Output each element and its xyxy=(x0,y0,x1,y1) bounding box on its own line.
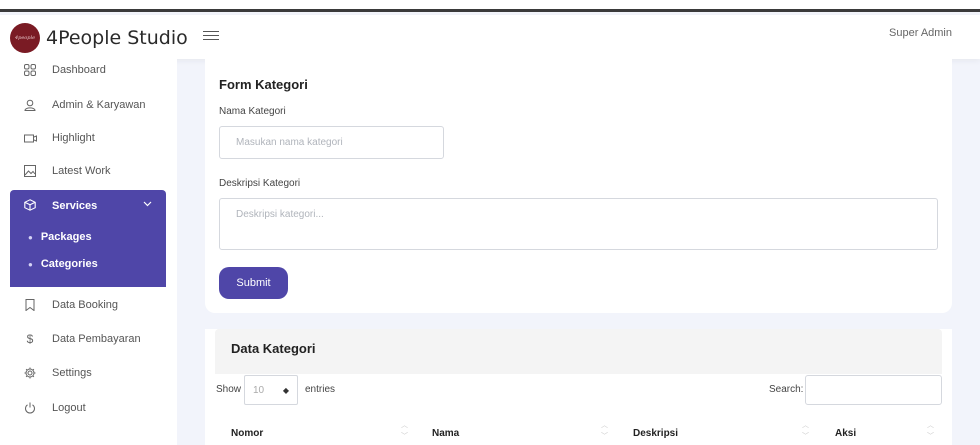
sidebar-item-label: Latest Work xyxy=(52,165,111,177)
table-card-header: Data Kategori xyxy=(215,329,942,374)
sidebar-subitem-label: Categories xyxy=(40,258,98,270)
chevron-down-icon xyxy=(143,199,152,209)
sidebar-item-logout[interactable]: Logout xyxy=(10,394,166,422)
entries-select[interactable]: 10 ◆ xyxy=(244,375,298,405)
sidebar-item-label: Data Booking xyxy=(52,299,119,311)
select-arrows-icon: ◆ xyxy=(282,385,289,395)
nama-kategori-label: Nama Kategori xyxy=(219,106,286,117)
bullet-icon: ● xyxy=(28,232,33,242)
highlight-icon xyxy=(20,134,40,143)
sidebar-item-label: Settings xyxy=(52,367,92,379)
sidebar-item-label: Highlight xyxy=(52,132,95,144)
deskripsi-kategori-textarea[interactable] xyxy=(219,198,938,250)
show-label: Show xyxy=(216,384,242,395)
sort-icon: ︿ ﹀ xyxy=(927,422,934,440)
sidebar-services-group: Services ● Packages ● Categories xyxy=(10,190,166,287)
sort-icon: ︿ ﹀ xyxy=(401,422,408,440)
form-kategori-card: Form Kategori Nama Kategori Deskripsi Ka… xyxy=(205,59,952,313)
hamburger-menu-icon[interactable] xyxy=(203,28,219,44)
top-header: 4people 4People Studio Super Admin xyxy=(0,15,980,59)
sidebar-item-label: Dashboard xyxy=(52,64,106,76)
top-strip xyxy=(0,0,980,12)
sidebar-item-label: Admin & Karyawan xyxy=(52,99,146,111)
sidebar-item-admin-karyawan[interactable]: Admin & Karyawan xyxy=(10,91,166,119)
sidebar-item-label: Services xyxy=(52,200,98,212)
bullet-icon: ● xyxy=(28,259,33,269)
column-header-deskripsi[interactable]: Deskripsi xyxy=(633,428,678,439)
search-label: Search: xyxy=(769,384,804,395)
brand-name[interactable]: 4People Studio xyxy=(46,27,188,49)
box-icon xyxy=(20,198,40,214)
sidebar-item-services[interactable]: Services xyxy=(10,190,166,222)
sidebar-item-data-booking[interactable]: Data Booking xyxy=(10,291,166,319)
column-header-nama[interactable]: Nama xyxy=(432,428,459,439)
dollar-icon: $ xyxy=(26,332,34,346)
gear-icon xyxy=(20,367,40,379)
image-icon xyxy=(20,165,40,177)
user-name[interactable]: Super Admin xyxy=(889,27,952,39)
sidebar-subitem-categories[interactable]: ● Categories xyxy=(28,254,98,274)
sidebar-subitem-packages[interactable]: ● Packages xyxy=(28,227,92,247)
sidebar-item-latest-work[interactable]: Latest Work xyxy=(10,157,166,185)
sidebar-item-label: Data Pembayaran xyxy=(52,333,141,345)
search-input[interactable] xyxy=(805,375,942,405)
form-title: Form Kategori xyxy=(219,77,308,92)
sort-icon: ︿ ﹀ xyxy=(802,422,809,440)
bookmark-icon xyxy=(20,299,40,311)
data-kategori-card: Data Kategori Show 10 ◆ entries Search: … xyxy=(205,329,952,445)
table-title: Data Kategori xyxy=(231,341,316,356)
sort-icon: ︿ ﹀ xyxy=(601,422,608,440)
column-header-nomor[interactable]: Nomor xyxy=(231,428,263,439)
sidebar-item-settings[interactable]: Settings xyxy=(10,359,166,387)
sidebar-item-dashboard[interactable]: Dashboard xyxy=(10,56,166,84)
dashboard-icon xyxy=(20,64,40,76)
sidebar-subitem-label: Packages xyxy=(40,231,92,243)
column-header-aksi[interactable]: Aksi xyxy=(835,428,856,439)
sidebar-item-highlight[interactable]: Highlight xyxy=(10,124,166,152)
submit-button[interactable]: Submit xyxy=(219,267,288,299)
entries-value: 10 xyxy=(253,384,265,396)
sidebar: Dashboard Admin & Karyawan Highlight Lat… xyxy=(0,59,177,445)
deskripsi-kategori-label: Deskripsi Kategori xyxy=(219,178,301,189)
sidebar-item-label: Logout xyxy=(52,402,86,414)
nama-kategori-input[interactable] xyxy=(219,126,444,159)
sidebar-item-data-pembayaran[interactable]: $ Data Pembayaran xyxy=(10,325,166,353)
user-icon xyxy=(20,99,40,111)
power-icon xyxy=(20,402,40,414)
entries-label: entries xyxy=(305,384,336,395)
studio-logo[interactable]: 4people xyxy=(10,23,40,53)
